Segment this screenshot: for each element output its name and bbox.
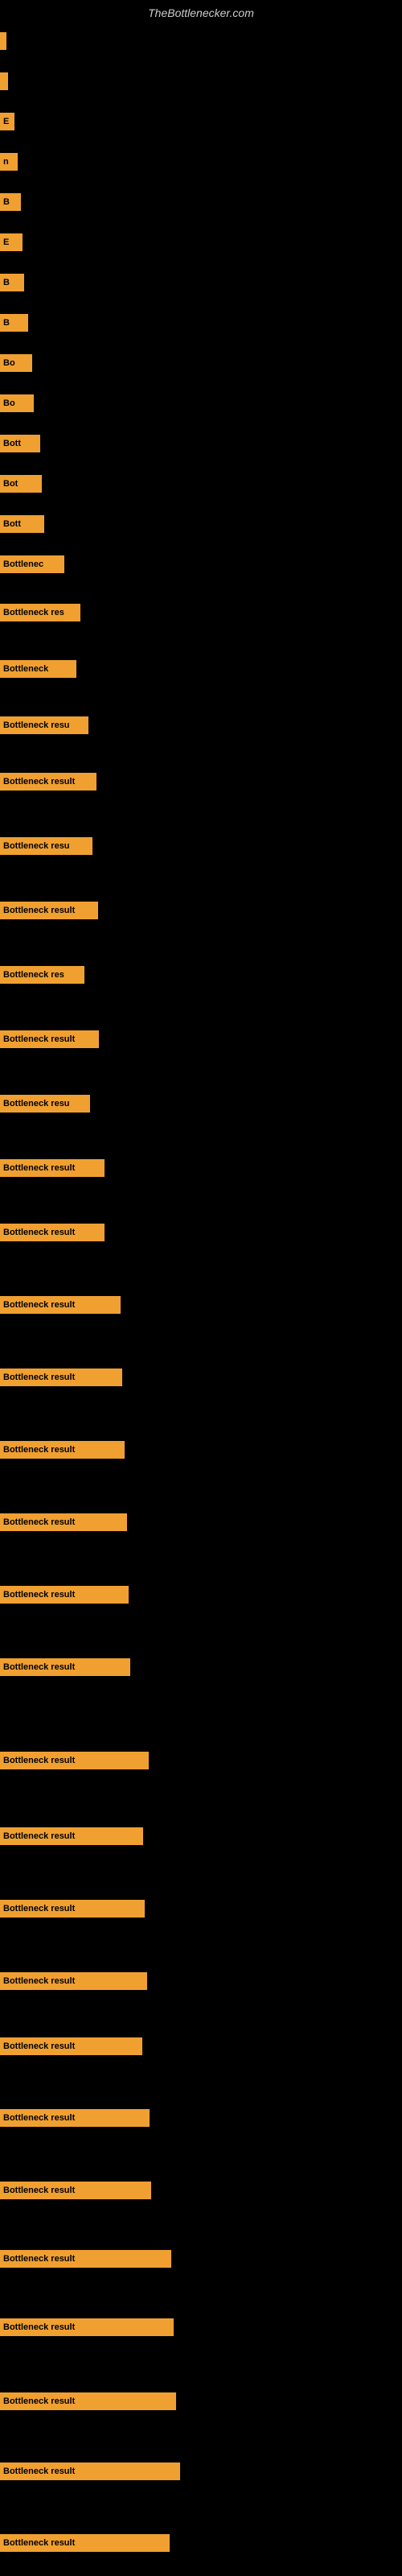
bottleneck-bar-38: Bottleneck result bbox=[0, 2250, 171, 2268]
bottleneck-bar-37: Bottleneck result bbox=[0, 2182, 151, 2199]
bottleneck-bar-33: Bottleneck result bbox=[0, 1900, 145, 1918]
bar-row-36: Bottleneck result bbox=[0, 2109, 150, 2127]
bottleneck-bar-24: Bottleneck result bbox=[0, 1224, 105, 1241]
bar-row-41: Bottleneck result bbox=[0, 2462, 180, 2480]
bottleneck-bar-7: B bbox=[0, 314, 28, 332]
bar-row-13: Bottlenec bbox=[0, 555, 64, 573]
bottleneck-bar-30: Bottleneck result bbox=[0, 1658, 130, 1676]
bar-row-24: Bottleneck result bbox=[0, 1224, 105, 1241]
bottleneck-bar-36: Bottleneck result bbox=[0, 2109, 150, 2127]
bar-row-22: Bottleneck resu bbox=[0, 1095, 90, 1113]
bar-row-17: Bottleneck result bbox=[0, 773, 96, 791]
bar-row-7: B bbox=[0, 314, 28, 332]
bottleneck-bar-26: Bottleneck result bbox=[0, 1368, 122, 1386]
bar-row-39: Bottleneck result bbox=[0, 2318, 174, 2336]
bottleneck-bar-6: B bbox=[0, 274, 24, 291]
bar-row-14: Bottleneck res bbox=[0, 604, 80, 621]
bottleneck-bar-9: Bo bbox=[0, 394, 34, 412]
bar-row-37: Bottleneck result bbox=[0, 2182, 151, 2199]
bar-row-38: Bottleneck result bbox=[0, 2250, 171, 2268]
bottleneck-bar-39: Bottleneck result bbox=[0, 2318, 174, 2336]
bar-row-12: Bott bbox=[0, 515, 44, 533]
bottleneck-bar-22: Bottleneck resu bbox=[0, 1095, 90, 1113]
bar-row-18: Bottleneck resu bbox=[0, 837, 92, 855]
bottleneck-bar-4: B bbox=[0, 193, 21, 211]
bottleneck-bar-25: Bottleneck result bbox=[0, 1296, 121, 1314]
bottleneck-bar-11: Bot bbox=[0, 475, 42, 493]
bottleneck-bar-16: Bottleneck resu bbox=[0, 716, 88, 734]
bar-row-29: Bottleneck result bbox=[0, 1586, 129, 1604]
bar-row-16: Bottleneck resu bbox=[0, 716, 88, 734]
bar-row-4: B bbox=[0, 193, 21, 211]
bottleneck-bar-8: Bo bbox=[0, 354, 32, 372]
bottleneck-bar-13: Bottlenec bbox=[0, 555, 64, 573]
bar-row-33: Bottleneck result bbox=[0, 1900, 145, 1918]
bottleneck-bar-14: Bottleneck res bbox=[0, 604, 80, 621]
bar-row-31: Bottleneck result bbox=[0, 1752, 149, 1769]
bottleneck-bar-3: n bbox=[0, 153, 18, 171]
bar-row-15: Bottleneck bbox=[0, 660, 76, 678]
bar-row-35: Bottleneck result bbox=[0, 2037, 142, 2055]
bottleneck-bar-21: Bottleneck result bbox=[0, 1030, 99, 1048]
bar-row-42: Bottleneck result bbox=[0, 2534, 170, 2552]
bar-row-20: Bottleneck res bbox=[0, 966, 84, 984]
site-title: TheBottlenecker.com bbox=[0, 0, 402, 23]
bottleneck-bar-40: Bottleneck result bbox=[0, 2392, 176, 2410]
bar-row-6: B bbox=[0, 274, 24, 291]
bar-row-30: Bottleneck result bbox=[0, 1658, 130, 1676]
bar-row-25: Bottleneck result bbox=[0, 1296, 121, 1314]
bottleneck-bar-42: Bottleneck result bbox=[0, 2534, 170, 2552]
bottleneck-bar-12: Bott bbox=[0, 515, 44, 533]
bottleneck-bar-35: Bottleneck result bbox=[0, 2037, 142, 2055]
bar-row-40: Bottleneck result bbox=[0, 2392, 176, 2410]
bar-row-10: Bott bbox=[0, 435, 40, 452]
bottleneck-bar-34: Bottleneck result bbox=[0, 1972, 147, 1990]
bottleneck-bar-0 bbox=[0, 32, 6, 50]
bar-row-3: n bbox=[0, 153, 18, 171]
bar-row-9: Bo bbox=[0, 394, 34, 412]
bottleneck-bar-27: Bottleneck result bbox=[0, 1441, 125, 1459]
bottleneck-bar-19: Bottleneck result bbox=[0, 902, 98, 919]
bottleneck-bar-17: Bottleneck result bbox=[0, 773, 96, 791]
bar-row-5: E bbox=[0, 233, 23, 251]
bottleneck-bar-29: Bottleneck result bbox=[0, 1586, 129, 1604]
bottleneck-bar-31: Bottleneck result bbox=[0, 1752, 149, 1769]
bar-row-27: Bottleneck result bbox=[0, 1441, 125, 1459]
bar-row-8: Bo bbox=[0, 354, 32, 372]
bar-row-32: Bottleneck result bbox=[0, 1827, 143, 1845]
bottleneck-bar-1 bbox=[0, 72, 8, 90]
bottleneck-bar-10: Bott bbox=[0, 435, 40, 452]
bottleneck-bar-18: Bottleneck resu bbox=[0, 837, 92, 855]
bottleneck-bar-23: Bottleneck result bbox=[0, 1159, 105, 1177]
bottleneck-bar-41: Bottleneck result bbox=[0, 2462, 180, 2480]
bottleneck-bar-15: Bottleneck bbox=[0, 660, 76, 678]
bottleneck-bar-2: E bbox=[0, 113, 14, 130]
bar-row-28: Bottleneck result bbox=[0, 1513, 127, 1531]
bar-row-0 bbox=[0, 32, 6, 50]
bottleneck-bar-32: Bottleneck result bbox=[0, 1827, 143, 1845]
bar-row-2: E bbox=[0, 113, 14, 130]
bottleneck-bar-20: Bottleneck res bbox=[0, 966, 84, 984]
bar-row-11: Bot bbox=[0, 475, 42, 493]
bar-row-21: Bottleneck result bbox=[0, 1030, 99, 1048]
bar-row-23: Bottleneck result bbox=[0, 1159, 105, 1177]
bar-row-26: Bottleneck result bbox=[0, 1368, 122, 1386]
bar-row-34: Bottleneck result bbox=[0, 1972, 147, 1990]
bar-row-19: Bottleneck result bbox=[0, 902, 98, 919]
bottleneck-bar-5: E bbox=[0, 233, 23, 251]
bar-row-1 bbox=[0, 72, 8, 90]
bottleneck-bar-28: Bottleneck result bbox=[0, 1513, 127, 1531]
